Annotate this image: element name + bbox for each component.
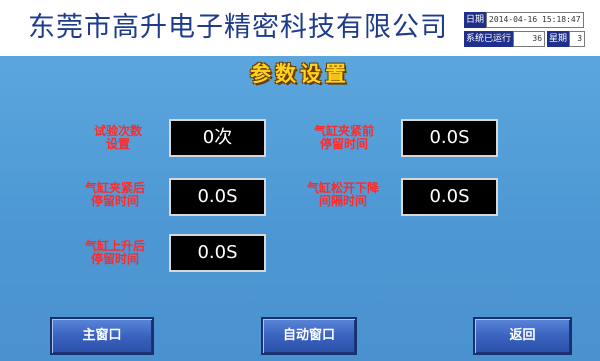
post-clamp-dwell-field[interactable]: 0.0S <box>169 178 266 216</box>
post-rise-dwell-label: 气缸上升后 停留时间 <box>63 240 167 266</box>
test-count-field[interactable]: 0次 <box>169 119 266 157</box>
release-descend-interval-field[interactable]: 0.0S <box>401 178 498 216</box>
date-row: 日期 2014-04-16 15:18:47 <box>464 12 584 28</box>
runtime-row: 系统已运行 36 星期 3 <box>464 31 586 47</box>
pre-clamp-dwell-field[interactable]: 0.0S <box>401 119 498 157</box>
main-window-button[interactable]: 主窗口 <box>50 317 154 355</box>
datetime-value: 2014-04-16 15:18:47 <box>486 12 584 28</box>
label-line: 停留时间 <box>90 252 139 266</box>
post-clamp-dwell-label: 气缸夹紧后 停留时间 <box>63 182 167 208</box>
page-title: 参数设置 <box>250 61 350 86</box>
parameter-panel: 参数设置 试验次数 设置 0次 气缸夹紧前 停留时间 0.0S 气缸夹紧后 停留… <box>0 56 600 361</box>
label-line: 停留时间 <box>319 137 368 151</box>
screen: 东莞市高升电子精密科技有限公司 日期 2014-04-16 15:18:47 系… <box>0 0 600 361</box>
date-label: 日期 <box>464 12 487 28</box>
auto-window-button[interactable]: 自动窗口 <box>261 317 357 355</box>
header: 东莞市高升电子精密科技有限公司 日期 2014-04-16 15:18:47 系… <box>0 0 600 56</box>
label-line: 间隔时间 <box>318 194 367 208</box>
test-count-label: 试验次数 设置 <box>77 125 159 151</box>
runtime-value: 36 <box>513 31 546 47</box>
label-line: 设置 <box>105 137 130 151</box>
back-button[interactable]: 返回 <box>473 317 572 355</box>
company-name: 东莞市高升电子精密科技有限公司 <box>28 12 448 43</box>
release-descend-interval-label: 气缸松开下降 间隔时间 <box>290 182 396 208</box>
runtime-label: 系统已运行 <box>464 31 514 47</box>
post-rise-dwell-field[interactable]: 0.0S <box>169 234 266 272</box>
label-line: 停留时间 <box>90 194 139 208</box>
pre-clamp-dwell-label: 气缸夹紧前 停留时间 <box>292 125 396 151</box>
week-value: 3 <box>569 31 586 47</box>
week-label: 星期 <box>547 31 570 47</box>
